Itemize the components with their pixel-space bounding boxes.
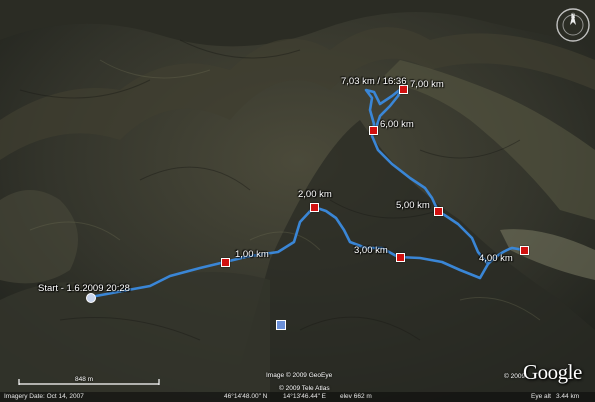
scale-label: 848 m [75,376,94,383]
label-km3: 3,00 km [354,245,388,256]
marker-km5[interactable] [434,207,443,216]
svg-text:N: N [571,14,575,20]
longitude: 14°13'46.44" E [283,393,327,400]
label-end: 7,03 km / 16:36 [341,76,407,87]
eye-alt-value: 3.44 km [556,393,580,400]
marker-km2[interactable] [310,203,319,212]
eye-alt-label: Eye alt [531,393,551,400]
terrain-imagery [0,0,595,402]
label-km5: 5,00 km [396,200,430,211]
imagery-credit: Image © 2009 GeoEye [266,372,333,379]
label-km1: 1,00 km [235,249,269,260]
label-km2: 2,00 km [298,189,332,200]
google-logo: Google [523,360,582,384]
start-label: Start - 1.6.2009 20:28 [38,283,130,294]
label-km4: 4,00 km [479,253,513,264]
label-km6: 6,00 km [380,119,414,130]
status-bar: Imagery Date: Oct 14, 2007 46°14'48.00" … [0,392,595,402]
start-pin-icon[interactable] [86,293,96,303]
logo-year: © 2009 [504,373,526,380]
marker-km6[interactable] [369,126,378,135]
marker-km1[interactable] [221,258,230,267]
teleatlas-credit: © 2009 Tele Atlas [279,385,330,392]
photo-pin-icon[interactable] [276,320,286,330]
elevation: elev 662 m [340,393,372,400]
imagery-date: Imagery Date: Oct 14, 2007 [4,393,84,400]
map-view[interactable]: Start - 1.6.2009 20:28 1,00 km 2,00 km 3… [0,0,595,402]
marker-km4[interactable] [520,246,529,255]
compass-icon[interactable]: N [555,7,591,43]
latitude: 46°14'48.00" N [224,393,268,400]
marker-km3[interactable] [396,253,405,262]
label-km7: 7,00 km [410,79,444,90]
